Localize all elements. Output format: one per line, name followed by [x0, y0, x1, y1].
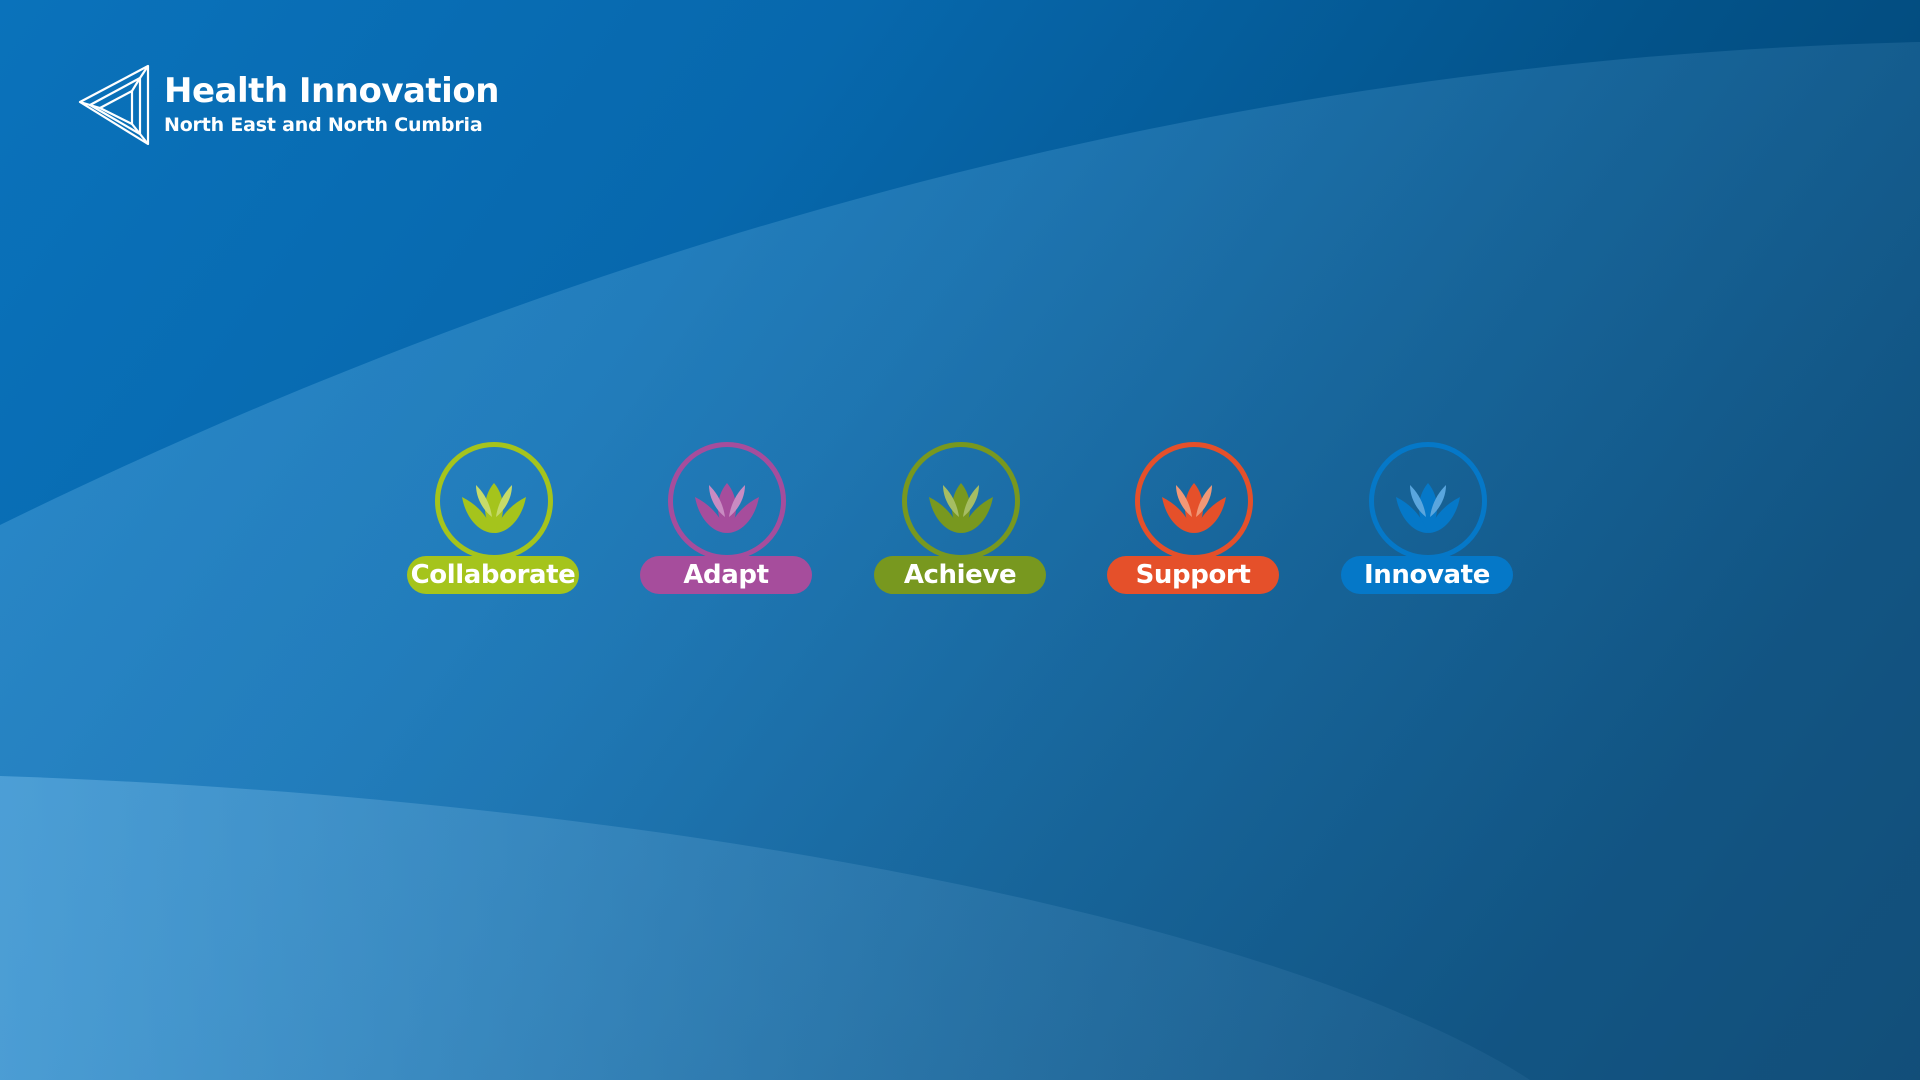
lotus-icon [1369, 442, 1487, 560]
value-label: Achieve [874, 556, 1046, 594]
lotus-icon [1135, 442, 1253, 560]
value-label: Adapt [640, 556, 812, 594]
lotus-icon [435, 442, 553, 560]
value-badge-innovate: Innovate [1341, 442, 1513, 602]
values-row: Collaborate Adapt Achieve Support Innova… [0, 0, 1920, 1080]
value-label: Innovate [1341, 556, 1513, 594]
value-label: Support [1107, 556, 1279, 594]
value-badge-achieve: Achieve [874, 442, 1046, 602]
lotus-icon [668, 442, 786, 560]
value-badge-adapt: Adapt [640, 442, 812, 602]
value-badge-collaborate: Collaborate [407, 442, 579, 602]
lotus-icon [902, 442, 1020, 560]
value-label: Collaborate [407, 556, 579, 594]
value-badge-support: Support [1107, 442, 1279, 602]
